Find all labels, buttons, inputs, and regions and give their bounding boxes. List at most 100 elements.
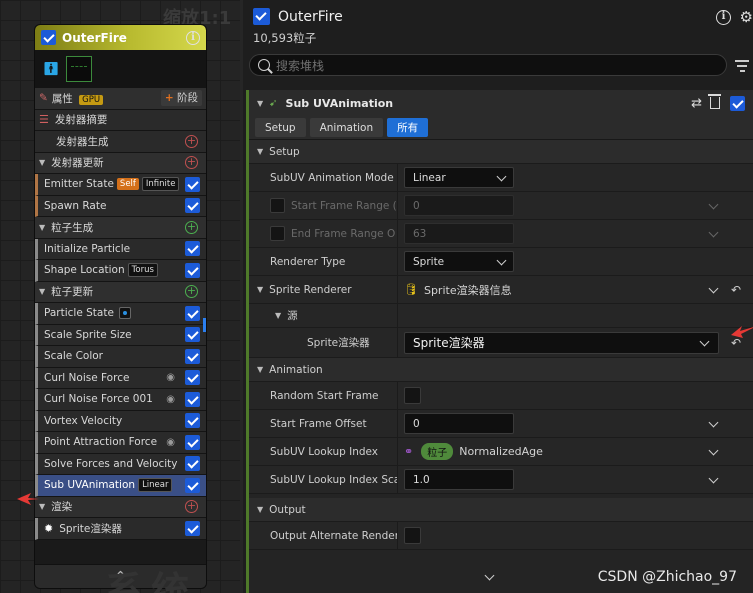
module-enabled-checkbox[interactable] [185,305,200,321]
module-shape-location[interactable]: Shape Location Torus [35,260,206,282]
module-label: Particle State [44,307,114,320]
module-point-attraction-force[interactable]: Point Attraction Force ◉ [35,432,206,454]
module-enabled-checkbox[interactable] [185,370,200,386]
module-enabled-checkbox[interactable] [185,198,200,214]
module-enabled-checkbox[interactable] [185,327,200,343]
chevron-down-icon [496,171,507,181]
stack-section-粒子生成[interactable]: ▼ 粒子生成 + [35,217,206,239]
sprite-renderer-value: Sprite渲染器信息 [423,283,512,297]
lookup-scale-input[interactable]: 1.0 [404,469,514,490]
add-module-icon[interactable]: + [185,156,198,170]
watermark-system: 系统 [105,569,198,593]
emitter-enable-checkbox[interactable] [41,30,56,45]
tab-setup[interactable]: Setup [255,118,306,137]
module-title: Sub UVAnimation [285,96,394,110]
add-module-icon[interactable]: + [185,134,198,148]
module-initialize-particle[interactable]: Initialize Particle [35,238,206,260]
search-input[interactable]: 搜索堆栈 [249,54,727,76]
filter-icon[interactable] [735,60,749,75]
add-module-icon[interactable]: + [185,500,198,514]
start-frame-input[interactable]: 0 [404,195,514,216]
module-scale-color[interactable]: Scale Color [35,346,206,368]
module-enabled-checkbox[interactable] [185,262,200,278]
gear-icon[interactable]: ⚙ [740,8,753,26]
random-start-checkbox[interactable] [404,387,421,404]
collapse-triangle-icon[interactable]: ▼ [257,99,263,108]
emitter-enabled-checkbox[interactable] [253,8,270,25]
module-enabled-checkbox[interactable] [185,348,200,364]
start-frame-checkbox[interactable] [270,198,285,213]
category-animation[interactable]: ▼ Animation [249,358,753,382]
module-vortex-velocity[interactable]: Vortex Velocity [35,410,206,432]
eye-icon[interactable]: ◉ [166,372,175,383]
module-header[interactable]: ▼ ➹ Sub UVAnimation ⇄ [249,90,753,116]
collapse-triangle-icon[interactable]: ▼ [39,158,45,167]
module-curl-noise-force-001[interactable]: Curl Noise Force 001 ◉ [35,389,206,411]
module-enabled-checkbox[interactable] [185,434,200,450]
module-sprite渲染器[interactable]: ✹ Sprite渲染器 [35,518,206,540]
stack-section-粒子更新[interactable]: ▼ 粒子更新 + [35,281,206,303]
eye-icon[interactable]: ◉ [166,394,175,405]
shuffle-icon[interactable]: ⇄ [691,96,702,111]
stack-item-发射器摘要[interactable]: ☰ 发射器摘要 [35,109,206,131]
module-curl-noise-force[interactable]: Curl Noise Force ◉ [35,367,206,389]
module-enabled-checkbox[interactable] [185,413,200,429]
module-enabled-checkbox[interactable] [185,176,200,192]
sprite-renderer-row: ▼ Sprite Renderer 🛢 Sprite渲染器信息 ↶ [249,276,753,304]
module-enabled-checkbox[interactable] [185,241,200,257]
emitter-thumbnail[interactable] [65,56,92,82]
module-spawn-rate[interactable]: Spawn Rate [35,195,206,217]
chevron-down-icon [496,255,507,265]
stack-section-发射器更新[interactable]: ▼ 发射器更新 + [35,152,206,174]
link-icon: ⚭ [404,445,414,458]
pencil-icon: ✎ [39,92,48,105]
module-enabled-checkbox[interactable] [185,391,200,407]
trash-icon[interactable] [708,94,721,109]
stack-item-发射器生成[interactable]: 发射器生成 + [35,131,206,153]
collapse-triangle-icon[interactable]: ▼ [39,287,45,296]
csdn-watermark: CSDN @Zhichao_97 [597,569,737,585]
module-label: Spawn Rate [44,199,107,212]
module-solve-forces-and-velocity[interactable]: Solve Forces and Velocity [35,453,206,475]
particle-namespace-pill[interactable]: 粒子 [421,443,454,460]
module-enabled-checkbox[interactable] [185,520,200,536]
category-setup[interactable]: ▼ Setup [249,140,753,164]
details-panel: OuterFire 10,593粒子 i ⚙ 搜索堆栈 ▼ ➹ Sub UVAn… [243,0,753,593]
renderer-type-dropdown[interactable]: Sprite [404,251,514,272]
module-enabled-checkbox[interactable] [185,477,200,493]
start-offset-input[interactable]: 0 [404,413,514,434]
output-alt-render-checkbox[interactable] [404,527,421,544]
emitter-node[interactable]: OuterFire i 🚹︎ ✎ 属性 GPU + 阶段 ☰ 发射器摘要 发射器生成… [34,24,207,589]
module-emitter-state[interactable]: Emitter State Self Infinite [35,174,206,196]
add-module-icon[interactable]: + [185,220,198,234]
module-sub-uvanimation[interactable]: Sub UVAnimation Linear [35,475,206,497]
reset-icon[interactable]: ↶ [731,283,741,297]
start-offset-row: Start Frame Offset 0 [249,410,753,438]
renderer-type-label: Renderer Type [249,248,398,275]
subuv-mode-dropdown[interactable]: Linear [404,167,514,188]
end-frame-checkbox[interactable] [270,226,285,241]
module-particle-state[interactable]: Particle State [35,303,206,325]
add-module-icon[interactable]: + [185,285,198,299]
add-stage-button[interactable]: + 阶段 [160,90,202,107]
stack-section-渲染[interactable]: ▼ 渲染 + [35,496,206,518]
tab-animation[interactable]: Animation [309,118,384,137]
graph-canvas[interactable]: 缩放1:1 OuterFire i 🚹︎ ✎ 属性 GPU + 阶段 ☰ 发射器摘… [0,0,240,593]
properties-row[interactable]: ✎ 属性 GPU + 阶段 [35,88,206,110]
end-frame-input[interactable]: 63 [404,223,514,244]
eye-icon[interactable]: ◉ [166,437,175,448]
node-header[interactable]: OuterFire i [35,25,206,50]
info-icon[interactable]: i [716,10,731,25]
dot-badge-icon [118,307,131,320]
collapse-triangle-icon[interactable]: ▼ [39,223,45,232]
module-scale-sprite-size[interactable]: Scale Sprite Size [35,324,206,346]
sprite-renderer-dropdown[interactable]: Sprite渲染器 [404,331,719,354]
info-icon[interactable]: i [186,30,200,45]
collapse-triangle-icon[interactable]: ▼ [39,502,45,511]
module-label: Scale Color [44,350,104,363]
module-enabled-checkbox[interactable] [185,456,200,472]
module-label: Solve Forces and Velocity [44,457,178,470]
tab-all[interactable]: 所有 [387,118,429,137]
module-enabled-checkbox[interactable] [730,95,745,111]
category-output[interactable]: ▼ Output [249,498,753,522]
